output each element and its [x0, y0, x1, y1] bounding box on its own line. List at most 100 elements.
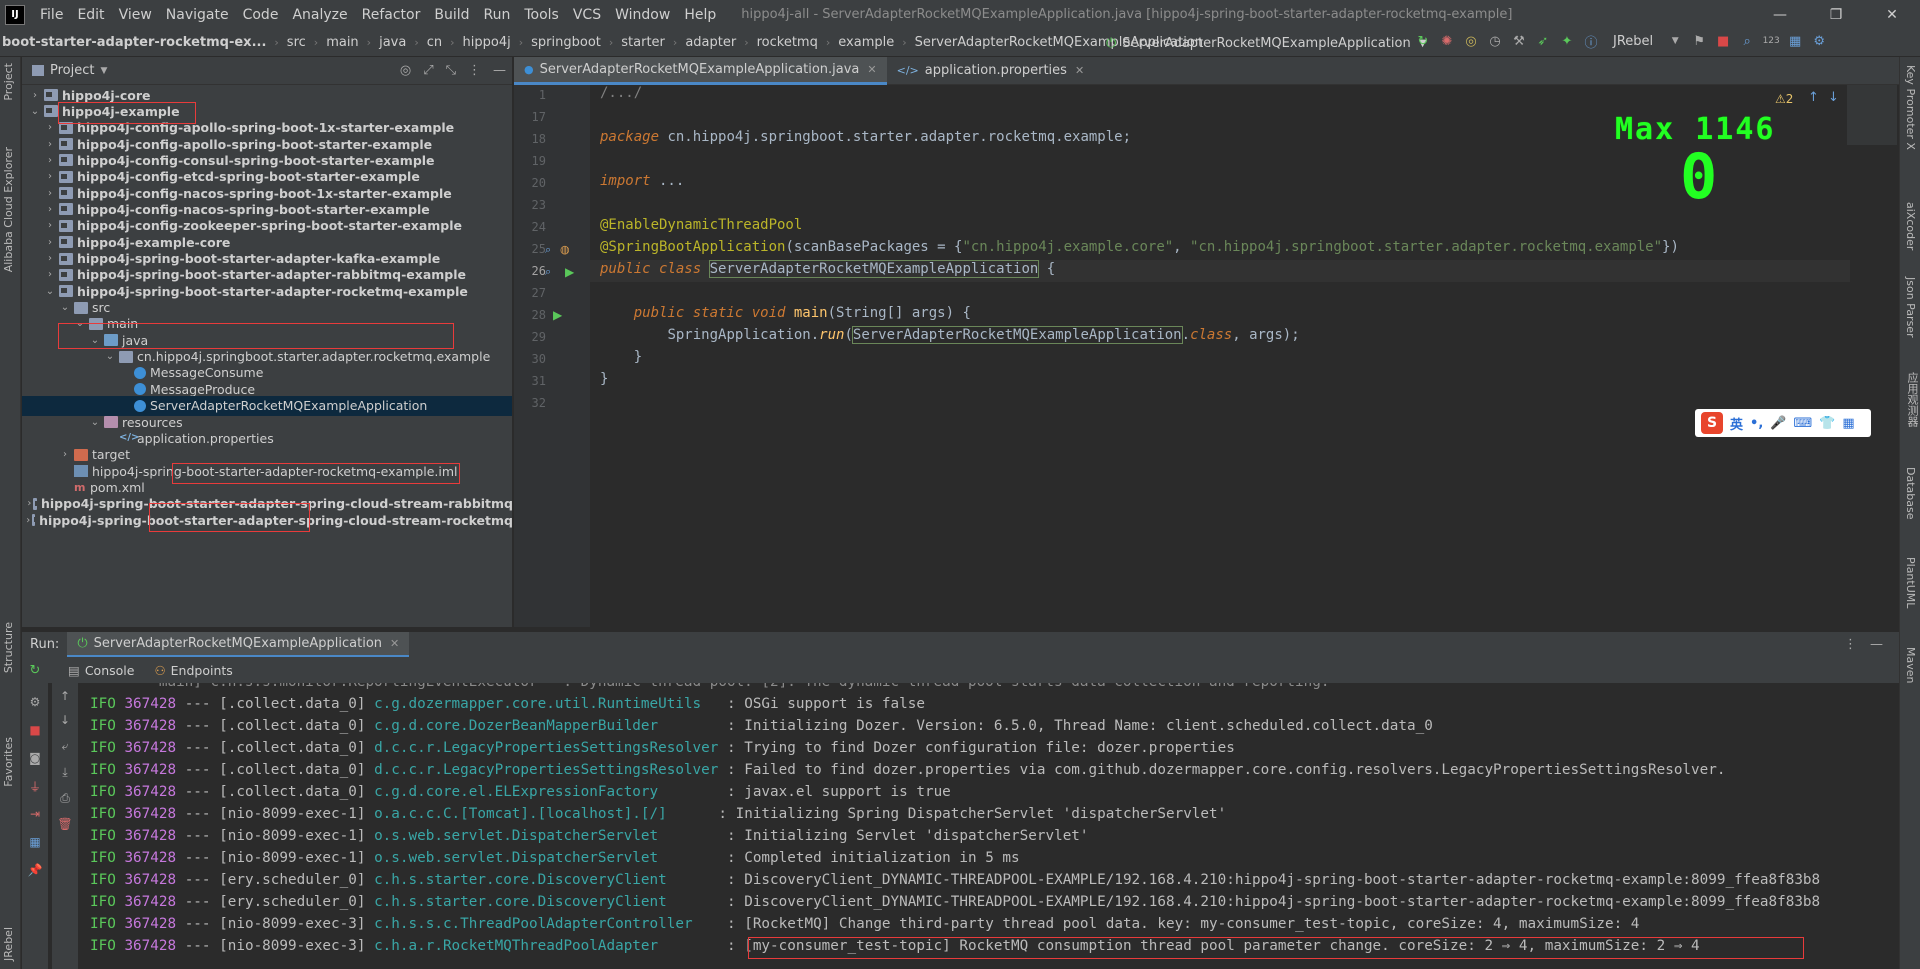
- expand-all-icon[interactable]: ⤢: [423, 63, 433, 78]
- project-tool-tab[interactable]: Project: [2, 63, 15, 101]
- breadcrumb-item[interactable]: example: [836, 35, 896, 50]
- app-observer-tab[interactable]: 应用观测器: [1904, 372, 1920, 427]
- hide-panel-icon[interactable]: —: [1870, 637, 1883, 652]
- menu-file[interactable]: File: [33, 7, 70, 23]
- locate-icon[interactable]: ◎: [400, 63, 411, 78]
- editor-scrollbar[interactable]: [1887, 85, 1899, 627]
- arrow-down-icon[interactable]: ↓: [58, 713, 72, 727]
- hide-panel-icon[interactable]: —: [493, 63, 506, 78]
- menu-edit[interactable]: Edit: [70, 7, 111, 23]
- plug-icon[interactable]: ⏚: [28, 779, 42, 794]
- pin-icon[interactable]: 📌: [28, 863, 43, 877]
- chevron-right-icon[interactable]: ›: [43, 204, 57, 215]
- spring-gutter-icon[interactable]: ◍: [560, 243, 570, 256]
- more-options-icon[interactable]: ⋮: [1844, 637, 1857, 652]
- chevron-right-icon[interactable]: ›: [43, 237, 57, 248]
- run-gutter-icon[interactable]: ▶: [553, 308, 562, 322]
- jrebel-tool-tab[interactable]: JRebel: [2, 927, 15, 961]
- breadcrumb-item[interactable]: starter: [619, 35, 667, 50]
- close-tab-icon[interactable]: ✕: [867, 63, 876, 76]
- menu-tools[interactable]: Tools: [517, 7, 566, 23]
- menu-vcs[interactable]: VCS: [566, 7, 608, 23]
- chevron-right-icon[interactable]: ›: [43, 122, 57, 133]
- menu-navigate[interactable]: Navigate: [159, 7, 236, 23]
- jrebel-debug-icon[interactable]: ✦: [1559, 33, 1575, 49]
- breadcrumb-item[interactable]: java: [377, 35, 408, 50]
- chevron-down-icon[interactable]: ▼: [1667, 33, 1683, 49]
- chevron-right-icon[interactable]: ›: [43, 220, 57, 231]
- soft-wrap-icon[interactable]: ⤶: [58, 739, 72, 753]
- chevron-right-icon[interactable]: ›: [26, 515, 30, 526]
- chevron-down-icon[interactable]: ▼: [100, 66, 107, 76]
- chevron-right-icon[interactable]: ›: [43, 139, 57, 150]
- chevron-down-icon[interactable]: ⌄: [88, 417, 102, 428]
- warnings-badge[interactable]: ⚠2: [1775, 92, 1793, 106]
- profile-icon[interactable]: ◷: [1487, 33, 1503, 49]
- menu-window[interactable]: Window: [608, 7, 677, 23]
- breadcrumb-item[interactable]: src: [285, 35, 308, 50]
- favorites-tool-tab[interactable]: Favorites: [2, 737, 15, 787]
- alibaba-cloud-explorer-tab[interactable]: Alibaba Cloud Explorer: [2, 147, 15, 272]
- stop-icon[interactable]: ■: [1715, 33, 1731, 49]
- restore-button[interactable]: ❐: [1808, 0, 1864, 29]
- maven-tab[interactable]: Maven: [1904, 647, 1917, 683]
- chevron-right-icon[interactable]: ›: [43, 269, 57, 280]
- trash-icon[interactable]: 🗑: [57, 817, 72, 831]
- breadcrumb-item[interactable]: springboot: [529, 35, 603, 50]
- minimize-button[interactable]: —: [1752, 0, 1808, 29]
- chevron-down-icon[interactable]: ⌄: [103, 351, 117, 362]
- jrebel-dropdown[interactable]: JRebel: [1613, 34, 1653, 49]
- numbers-icon[interactable]: 123: [1763, 33, 1780, 49]
- settings-icon[interactable]: ⚙: [1811, 33, 1827, 49]
- chevron-right-icon[interactable]: ›: [43, 171, 57, 182]
- menu-code[interactable]: Code: [236, 7, 286, 23]
- console-tab[interactable]: ▤ Console: [58, 663, 144, 678]
- debug-icon[interactable]: ✺: [1439, 33, 1455, 49]
- run-gutter-icon[interactable]: ▶: [565, 265, 574, 279]
- ime-toolbar[interactable]: S 英 •, 🎤 ⌨ 👕 ▦: [1695, 409, 1871, 437]
- camera-icon[interactable]: ◙: [28, 751, 42, 765]
- aixcoder-tab[interactable]: aiXcoder: [1904, 202, 1917, 250]
- arrow-up-icon[interactable]: ↑: [58, 689, 72, 703]
- breadcrumb-item[interactable]: adapter: [683, 35, 738, 50]
- structure-tool-tab[interactable]: Structure: [2, 622, 15, 673]
- jrebel-info-icon[interactable]: ⓘ: [1583, 33, 1599, 51]
- search-everywhere-icon[interactable]: ⌕: [1739, 33, 1755, 49]
- ime-language-toggle[interactable]: 英: [1730, 414, 1743, 433]
- jrebel-run-icon[interactable]: ➶: [1535, 33, 1551, 49]
- layout-icon[interactable]: ▦: [1787, 33, 1803, 49]
- microphone-icon[interactable]: 🎤: [1770, 416, 1786, 431]
- chevron-right-icon[interactable]: ›: [43, 188, 57, 199]
- breadcrumb-item[interactable]: main: [324, 35, 360, 50]
- project-view-select[interactable]: Project: [50, 63, 94, 78]
- editor-tab[interactable]: </> application.properties ✕: [887, 57, 1095, 85]
- chevron-right-icon[interactable]: ›: [28, 90, 42, 101]
- breadcrumb-item[interactable]: rocketmq: [755, 35, 820, 50]
- database-tab[interactable]: Database: [1904, 467, 1917, 520]
- coverage-icon[interactable]: ◎: [1463, 33, 1479, 49]
- bean-gutter-icon[interactable]: ⌕: [545, 243, 551, 257]
- keyboard-icon[interactable]: ⌨: [1793, 416, 1812, 431]
- key-promoter-tab[interactable]: Key Promoter X: [1904, 65, 1917, 150]
- prev-warning-icon[interactable]: ↑: [1808, 90, 1819, 105]
- menu-view[interactable]: View: [112, 7, 159, 23]
- settings-icon[interactable]: ⚙: [28, 695, 42, 709]
- print-icon[interactable]: ⎙: [58, 791, 72, 805]
- plantuml-tab[interactable]: PlantUML: [1904, 557, 1917, 608]
- bean-gutter-icon[interactable]: ⌕: [545, 265, 551, 279]
- rerun-icon[interactable]: ↻: [1415, 33, 1431, 49]
- chevron-right-icon[interactable]: ›: [43, 155, 57, 166]
- grid-menu-icon[interactable]: ▦: [1842, 416, 1854, 431]
- ime-punctuation-icon[interactable]: •,: [1750, 416, 1763, 431]
- close-button[interactable]: ✕: [1864, 0, 1920, 29]
- editor-tab[interactable]: ● ServerAdapterRocketMQExampleApplication…: [514, 56, 887, 85]
- console-output[interactable]: main] c.h.s.s.monitor.ReportingEventExec…: [80, 683, 1899, 969]
- close-tab-icon[interactable]: ✕: [390, 637, 399, 650]
- chevron-down-icon[interactable]: ⌄: [58, 302, 72, 313]
- breadcrumb-item[interactable]: hippo4j: [461, 35, 513, 50]
- chevron-down-icon[interactable]: ⌄: [43, 286, 57, 297]
- rerun-icon[interactable]: ↻: [22, 663, 48, 678]
- skin-icon[interactable]: 👕: [1819, 416, 1835, 431]
- more-options-icon[interactable]: ⋮: [468, 63, 481, 78]
- breadcrumb-item[interactable]: boot-starter-adapter-rocketmq-ex...: [0, 35, 268, 50]
